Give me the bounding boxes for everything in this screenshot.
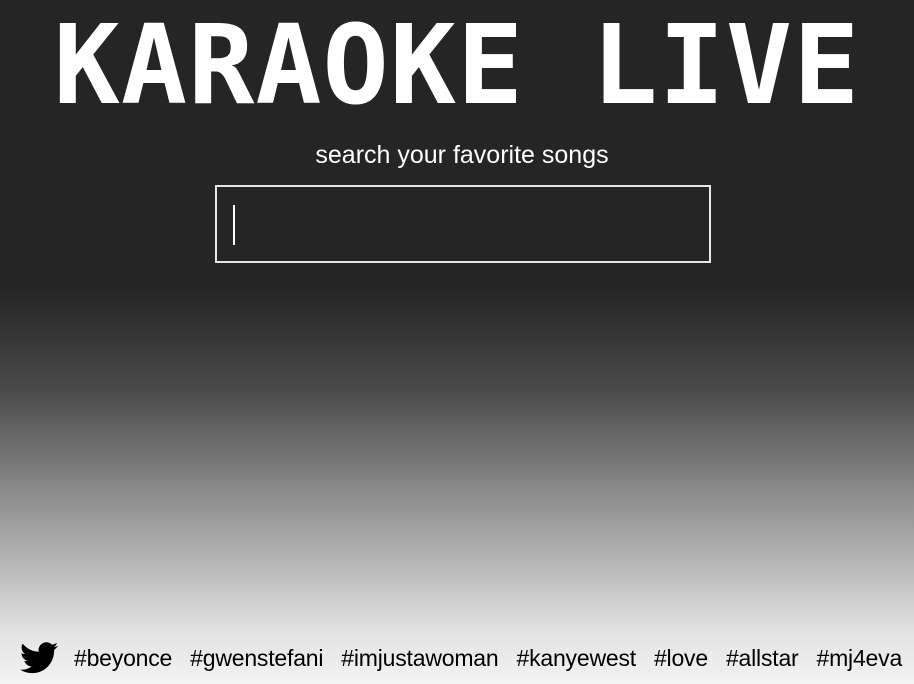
hashtag-link-mj4eva[interactable]: #mj4eva (817, 645, 903, 672)
page-title: KARAOKE LIVE (53, 1, 861, 129)
hashtag-link-beyonce[interactable]: #beyonce (74, 645, 172, 672)
trending-hashtags-bar: #beyonce #gwenstefani #imjustawoman #kan… (20, 638, 902, 678)
hashtag-link-allstar[interactable]: #allstar (726, 645, 799, 672)
hashtag-link-gwenstefani[interactable]: #gwenstefani (190, 645, 323, 672)
hashtag-link-imjustawoman[interactable]: #imjustawoman (341, 645, 498, 672)
search-input[interactable] (217, 187, 709, 261)
hashtag-link-kanyewest[interactable]: #kanyewest (516, 645, 636, 672)
search-prompt: search your favorite songs (315, 141, 609, 169)
hashtag-link-love[interactable]: #love (654, 645, 708, 672)
text-caret (233, 205, 235, 245)
twitter-bird-icon[interactable] (20, 642, 58, 674)
search-box[interactable] (215, 185, 711, 263)
